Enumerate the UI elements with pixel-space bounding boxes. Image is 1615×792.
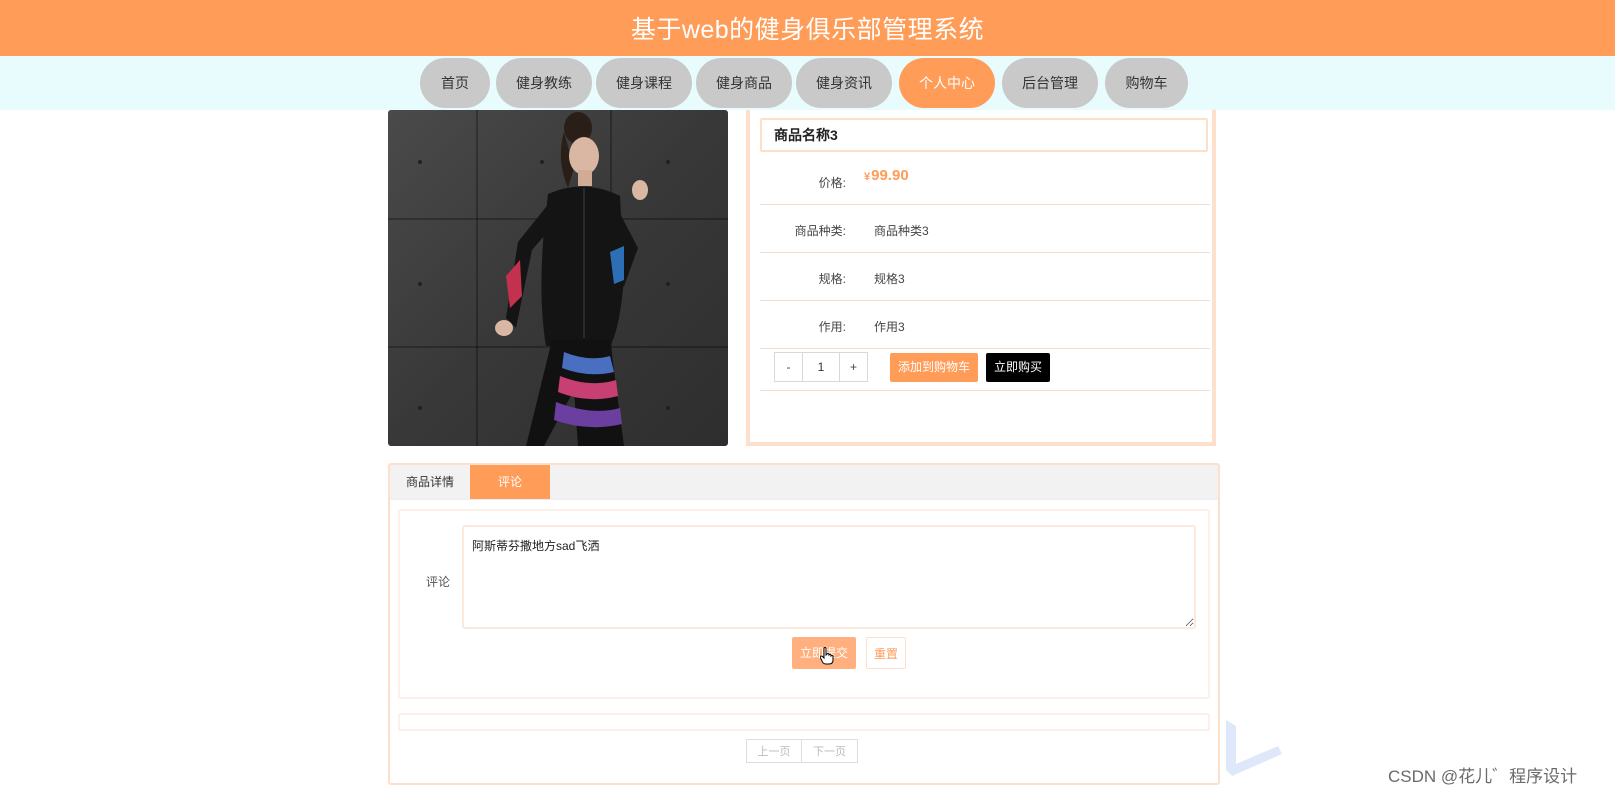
quantity-input[interactable] [803,353,839,381]
nav-item-coaches[interactable]: 健身教练 [496,58,592,108]
comment-textarea[interactable]: 阿斯蒂芬撒地方sad飞洒 [462,525,1196,629]
detail-tabs-panel: 商品详情 评论 评论 阿斯蒂芬撒地方sad飞洒 立即提交 重置 上一页 下一页 [388,463,1220,785]
purchase-row: - + 添加到购物车 立即购买 [760,348,1210,391]
prev-page-button[interactable]: 上一页 [746,739,802,763]
comment-form: 评论 阿斯蒂芬撒地方sad飞洒 立即提交 重置 [398,509,1210,699]
nav-item-home[interactable]: 首页 [420,58,490,108]
category-row: 商品种类: 商品种类3 [760,204,1210,253]
category-value: 商品种类3 [874,224,929,238]
watermark-logo-icon [1226,720,1282,776]
comment-label: 评论 [426,575,451,589]
effect-value: 作用3 [874,320,905,334]
currency-symbol: ¥ [864,171,871,183]
product-image [388,110,728,446]
spec-row: 规格: 规格3 [760,252,1210,301]
site-title: 基于web的健身俱乐部管理系统 [630,16,985,44]
increase-quantity-button[interactable]: + [839,353,867,381]
nav-item-cart[interactable]: 购物车 [1105,58,1188,108]
top-header: 基于web的健身俱乐部管理系统 [0,0,1615,56]
decrease-quantity-button[interactable]: - [775,353,803,381]
category-label: 商品种类: [794,224,846,238]
spec-value: 规格3 [874,272,905,286]
next-page-button[interactable]: 下一页 [802,739,858,763]
nav-item-news[interactable]: 健身资讯 [796,58,892,108]
pagination: 上一页 下一页 [746,739,858,763]
tab-product-details[interactable]: 商品详情 [390,465,470,499]
watermark-text: CSDN @花儿゛程序设计 [1388,767,1578,786]
runner-figure [495,112,648,446]
price-value: ¥99.90 [864,167,909,184]
nav-item-personal-center[interactable]: 个人中心 [899,58,995,108]
price-amount: 99.90 [871,167,909,184]
nav-item-courses[interactable]: 健身课程 [596,58,692,108]
quantity-stepper: - + [774,352,868,382]
add-to-cart-button[interactable]: 添加到购物车 [890,353,978,382]
tab-bar: 商品详情 评论 [390,465,1218,500]
price-label: 价格: [818,176,846,190]
effect-row: 作用: 作用3 [760,300,1210,349]
comment-list [398,713,1210,731]
effect-label: 作用: [818,320,846,334]
product-info-panel: 商品名称3 价格: ¥99.90 商品种类: 商品种类3 规格: 规格3 作用:… [746,110,1216,446]
nav-item-products[interactable]: 健身商品 [696,58,792,108]
spec-label: 规格: [818,272,846,286]
tab-comments[interactable]: 评论 [470,465,550,499]
hand-cursor-icon [820,647,834,665]
buy-now-button[interactable]: 立即购买 [986,353,1050,382]
product-name: 商品名称3 [760,118,1208,152]
reset-button[interactable]: 重置 [866,637,906,669]
main-nav: 首页 健身教练 健身课程 健身商品 健身资讯 个人中心 后台管理 购物车 [0,56,1615,110]
price-row: 价格: ¥99.90 [760,156,1210,205]
nav-item-admin[interactable]: 后台管理 [1002,58,1098,108]
